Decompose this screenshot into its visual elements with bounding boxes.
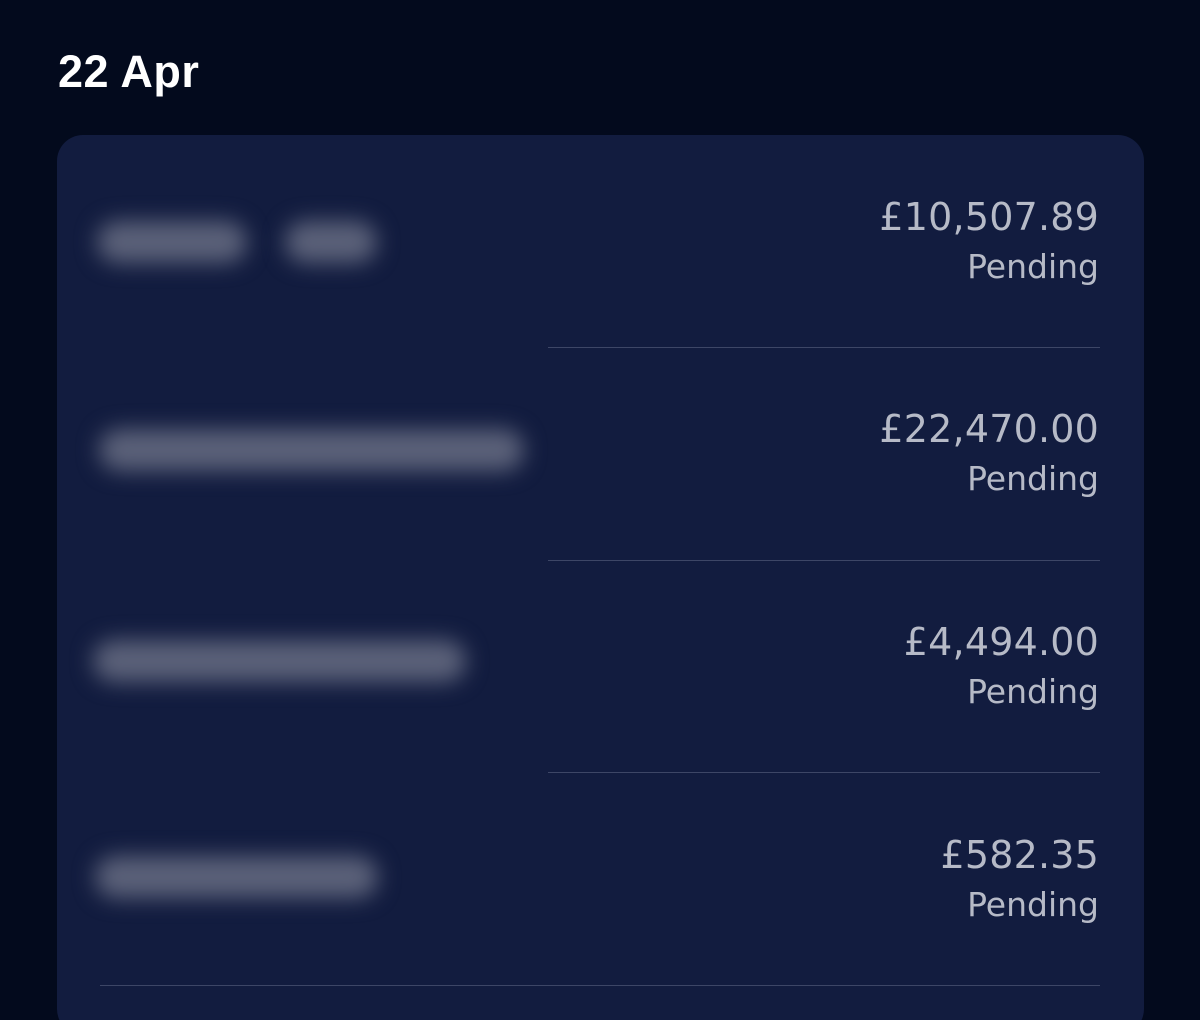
amount-block: £10,507.89 Pending (879, 193, 1099, 287)
row-divider (100, 985, 1100, 986)
transactions-card: £10,507.89 Pending £22,470.00 Pending £4… (57, 135, 1144, 1020)
merchant-name-redacted (97, 221, 247, 263)
merchant-name-redacted (93, 640, 466, 682)
transaction-row[interactable]: £10,507.89 Pending (57, 135, 1144, 347)
merchant-name-redacted (95, 856, 378, 898)
transaction-amount: £582.35 (940, 833, 1099, 877)
date-section-heading: 22 Apr (58, 46, 200, 97)
merchant-name-redacted (285, 221, 377, 263)
transaction-status: Pending (967, 247, 1099, 286)
amount-block: £582.35 Pending (940, 831, 1099, 925)
merchant-name-redacted (99, 429, 524, 471)
transaction-status: Pending (967, 672, 1099, 711)
transaction-status: Pending (967, 459, 1099, 498)
transaction-amount: £10,507.89 (879, 195, 1099, 239)
amount-block: £4,494.00 Pending (904, 618, 1099, 712)
amount-block: £22,470.00 Pending (879, 405, 1099, 499)
transaction-row[interactable]: £582.35 Pending (57, 773, 1144, 985)
transactions-screen: 22 Apr £10,507.89 Pending £22,470.00 Pen… (0, 0, 1200, 1020)
transaction-status: Pending (967, 885, 1099, 924)
transaction-amount: £22,470.00 (879, 407, 1099, 451)
transaction-row[interactable]: £4,494.00 Pending (57, 560, 1144, 772)
transaction-row[interactable]: £22,470.00 Pending (57, 347, 1144, 559)
transaction-amount: £4,494.00 (903, 620, 1099, 664)
